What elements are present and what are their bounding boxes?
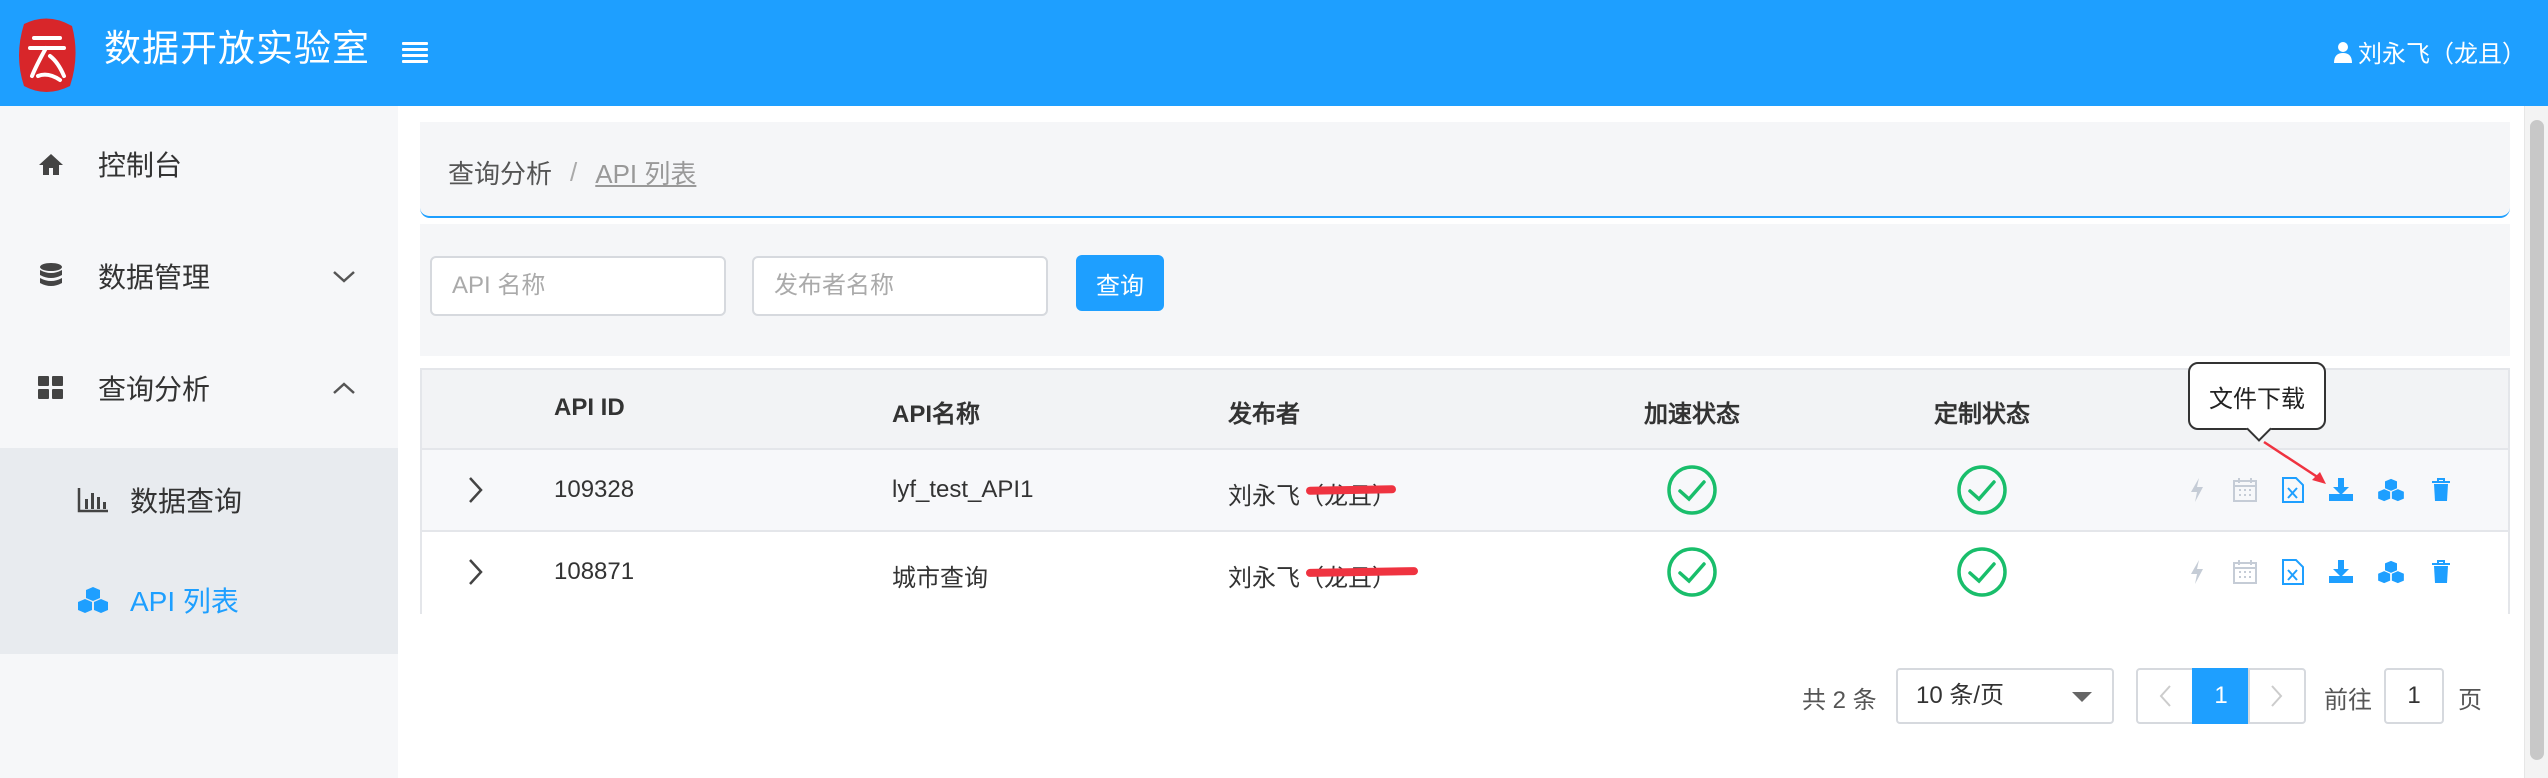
sidebar-item-label: 控制台 — [98, 150, 183, 181]
bar-chart-icon — [76, 485, 110, 515]
sidebar-item-query-analysis[interactable]: 查询分析 — [0, 332, 398, 444]
sidebar-item-label: 查询分析 — [98, 374, 211, 405]
sidebar-item-console[interactable]: 控制台 — [0, 108, 398, 220]
scrollbar-thumb[interactable] — [2530, 120, 2544, 760]
publisher-name-input[interactable] — [752, 256, 1048, 316]
api-name-input[interactable] — [430, 256, 726, 316]
breadcrumb-parent[interactable]: 查询分析 — [448, 154, 552, 191]
api-name-cell: 城市查询 — [892, 565, 988, 592]
chevron-right-icon[interactable] — [460, 556, 490, 588]
user-menu[interactable]: 刘永飞（龙且） — [2334, 34, 2526, 69]
column-header-api-id: API ID — [554, 394, 625, 421]
cubes-icon[interactable] — [2376, 558, 2406, 586]
query-analysis-submenu: 数据查询 API 列表 — [0, 448, 398, 654]
app-logo — [16, 16, 80, 94]
sidebar-item-api-list[interactable]: API 列表 — [0, 550, 398, 650]
chevron-up-icon — [333, 382, 355, 394]
goto-label: 前往 — [2324, 687, 2372, 714]
page-button-1[interactable]: 1 — [2192, 668, 2250, 724]
chevron-right-icon[interactable] — [460, 474, 490, 506]
bolt-icon[interactable] — [2184, 558, 2210, 586]
api-id-cell: 109328 — [554, 476, 635, 503]
goto-page-input[interactable] — [2384, 668, 2444, 724]
breadcrumb: 查询分析 / API 列表 — [448, 154, 696, 191]
table-row: 108871 城市查询 刘永飞（龙且） — [422, 532, 2508, 614]
breadcrumb-separator: / — [570, 157, 578, 187]
check-circle-icon — [1957, 547, 2007, 597]
sidebar-item-data-management[interactable]: 数据管理 — [0, 220, 398, 332]
chevron-right-icon — [2271, 685, 2283, 707]
sidebar-item-label: 数据管理 — [98, 262, 211, 293]
sidebar: 控制台 数据管理 查询分析 数据查询 API 列表 — [0, 106, 398, 778]
database-icon — [36, 261, 66, 291]
cubes-icon[interactable] — [2376, 476, 2406, 504]
user-icon — [2334, 41, 2352, 63]
menu-toggle-icon[interactable] — [402, 42, 428, 64]
trash-icon[interactable] — [2428, 558, 2454, 586]
column-header-accel-status: 加速状态 — [1644, 401, 1740, 428]
page-suffix: 页 — [2458, 687, 2482, 714]
download-tooltip: 文件下载 — [2188, 362, 2326, 430]
caret-down-icon — [2072, 692, 2092, 702]
redaction-mark — [1305, 485, 1397, 495]
calendar-icon[interactable] — [2232, 558, 2258, 586]
row-actions — [2184, 558, 2476, 586]
chevron-left-icon — [2159, 685, 2171, 707]
grid-icon — [36, 373, 66, 403]
app-title: 数据开放实验室 — [104, 28, 370, 69]
sidebar-item-label: 数据查询 — [130, 486, 243, 517]
user-name: 刘永飞（龙且） — [2358, 41, 2526, 68]
prev-page-button[interactable] — [2136, 668, 2194, 724]
check-circle-icon — [1667, 547, 1717, 597]
cubes-icon — [76, 585, 110, 615]
table-row: 109328 lyf_test_API1 刘永飞（龙且） — [422, 450, 2508, 532]
main-content: 查询分析 / API 列表 查询 API ID API名称 发布者 加速状态 定… — [398, 106, 2548, 778]
check-circle-icon — [1667, 465, 1717, 515]
top-header: 数据开放实验室 刘永飞（龙且） — [0, 0, 2548, 106]
column-header-publisher: 发布者 — [1228, 401, 1300, 428]
column-header-custom-status: 定制状态 — [1934, 401, 2030, 428]
calendar-icon[interactable] — [2232, 476, 2258, 504]
sidebar-item-label: API 列表 — [130, 586, 239, 617]
total-count: 共 2 条 — [1802, 687, 1877, 714]
page-size-select[interactable]: 10 条/页 — [1896, 668, 2114, 724]
column-header-api-name: API名称 — [892, 401, 981, 428]
trash-icon[interactable] — [2428, 476, 2454, 504]
redaction-mark — [1305, 567, 1419, 577]
vertical-scrollbar[interactable] — [2524, 106, 2548, 778]
breadcrumb-current[interactable]: API 列表 — [595, 154, 696, 191]
breadcrumb-bar: 查询分析 / API 列表 — [420, 122, 2510, 218]
api-id-cell: 108871 — [554, 558, 635, 585]
next-page-button[interactable] — [2248, 668, 2306, 724]
home-icon — [36, 149, 66, 179]
page-size-value: 10 条/页 — [1916, 682, 2005, 709]
chevron-down-icon — [333, 271, 355, 283]
query-button[interactable]: 查询 — [1076, 255, 1164, 311]
annotation-arrow — [2263, 440, 2326, 484]
search-bar — [420, 224, 2510, 356]
api-name-cell: lyf_test_API1 — [892, 476, 1034, 503]
pagination: 共 2 条 10 条/页 1 前往 页 — [398, 668, 2548, 724]
bolt-icon[interactable] — [2184, 476, 2210, 504]
excel-file-icon[interactable] — [2280, 558, 2306, 586]
download-icon[interactable] — [2328, 558, 2354, 586]
check-circle-icon — [1957, 465, 2007, 515]
sidebar-item-data-query[interactable]: 数据查询 — [0, 450, 398, 550]
